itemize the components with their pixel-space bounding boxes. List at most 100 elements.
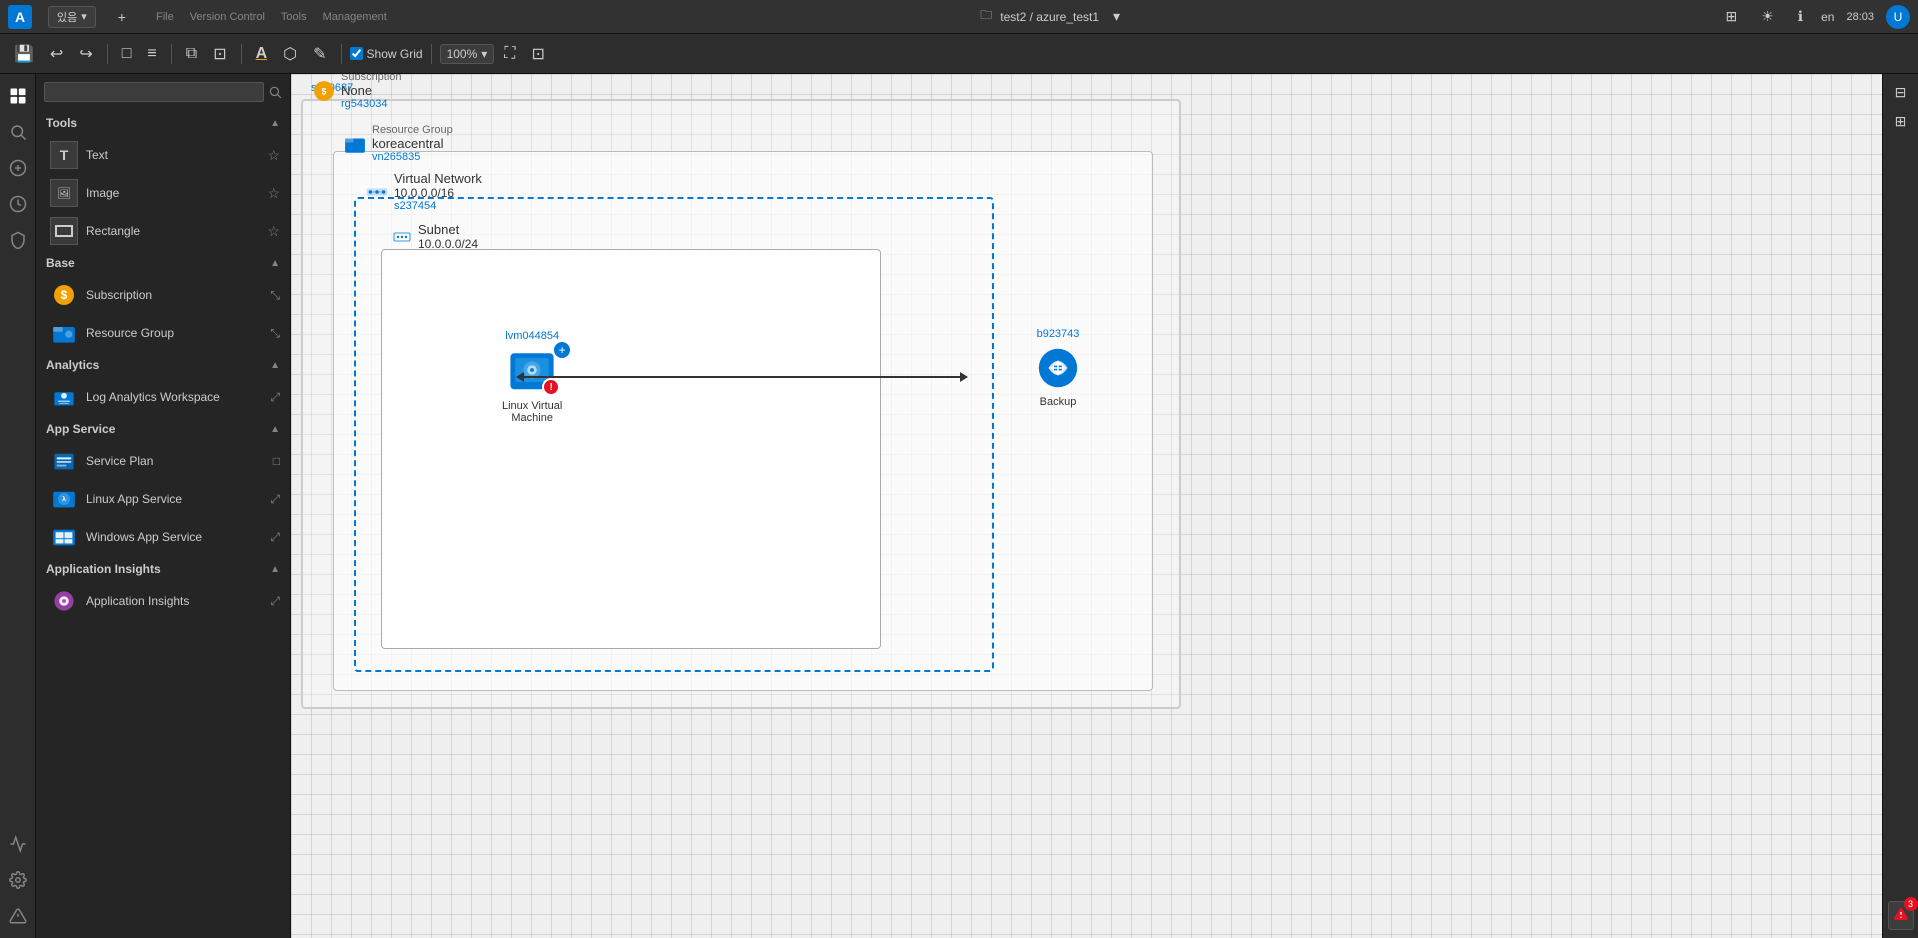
undo-button[interactable]: ↩: [44, 40, 69, 68]
svg-text:$: $: [61, 288, 68, 302]
log-analytics-action-icon[interactable]: ⤢: [270, 390, 280, 405]
section-app-insights[interactable]: Application Insights ▲: [36, 556, 290, 582]
separator-1: [107, 44, 108, 64]
layout-icon[interactable]: ⊞: [1719, 6, 1743, 27]
app-insights-action-icon[interactable]: ⤢: [270, 594, 280, 609]
activity-warning[interactable]: [4, 902, 32, 930]
file-path-dropdown[interactable]: ▾: [1107, 6, 1126, 27]
zoom-selector[interactable]: 100% ▾: [440, 44, 495, 64]
subnet-header-icon: [392, 227, 412, 247]
tool-rectangle[interactable]: Rectangle ☆: [36, 212, 290, 250]
svg-text:λ: λ: [62, 495, 66, 503]
service-plan-icon: [50, 447, 78, 475]
vm-error-badge: !: [542, 378, 560, 396]
vm-add-button[interactable]: +: [554, 342, 570, 358]
backup-id: b923743: [1037, 328, 1080, 340]
tool-log-analytics[interactable]: Log Analytics Workspace ⤢: [36, 378, 290, 416]
menu-version-control[interactable]: Version Control: [190, 11, 265, 23]
search-icon[interactable]: [268, 85, 282, 99]
clock: 28:03: [1846, 11, 1874, 23]
image-tool-star[interactable]: ☆: [267, 185, 280, 202]
tool-subscription[interactable]: $ Subscription ⤡: [36, 276, 290, 314]
menu-file[interactable]: File: [156, 11, 174, 23]
titlebar-right: ⊞ ☀ ℹ en 28:03 U: [1719, 5, 1910, 29]
section-tools[interactable]: Tools ▲: [36, 110, 290, 136]
text-color-button[interactable]: A: [250, 41, 274, 67]
theme-icon[interactable]: ☀: [1755, 6, 1780, 27]
toggle-sidebar-button[interactable]: □: [116, 41, 138, 67]
titlebar: A 있음 ▾ + File Version Control Tools Mana…: [0, 0, 1918, 34]
info-icon[interactable]: ℹ: [1792, 6, 1809, 27]
activity-explore[interactable]: [4, 82, 32, 110]
tool-app-insights[interactable]: Application Insights ⤢: [36, 582, 290, 620]
subnet-cidr: 10.0.0.0/24: [418, 237, 478, 251]
tool-text[interactable]: T Text ☆: [36, 136, 290, 174]
app-service-items: Service Plan □ λ Linux App Service ⤢: [36, 442, 290, 556]
pen-button[interactable]: ✎: [307, 40, 332, 68]
app-logo: A: [8, 5, 32, 29]
show-grid-label[interactable]: Show Grid: [350, 47, 423, 61]
section-analytics[interactable]: Analytics ▲: [36, 352, 290, 378]
subscription-resize-icon[interactable]: ⤡: [270, 288, 280, 303]
subnet-header: Subnet 10.0.0.0/24: [392, 222, 478, 251]
activity-search[interactable]: [4, 118, 32, 146]
save-button[interactable]: 💾: [8, 40, 40, 68]
right-panel-grid[interactable]: ⊞: [1889, 111, 1913, 132]
export-button[interactable]: ⊡: [526, 40, 551, 68]
vm-icon-wrapper[interactable]: ! +: [508, 346, 556, 394]
service-plan-action-icon[interactable]: □: [273, 454, 280, 468]
windows-app-action-icon[interactable]: ⤢: [270, 530, 280, 545]
list-button[interactable]: ≡: [141, 41, 162, 67]
avatar[interactable]: U: [1886, 5, 1910, 29]
tool-image[interactable]: 🖼 Image ☆: [36, 174, 290, 212]
copy-button-1[interactable]: ⧉: [180, 41, 203, 67]
vnet-header: Virtual Network 10.0.0.0/16 s237454: [366, 171, 482, 212]
copy-button-2[interactable]: ⊡: [207, 40, 232, 68]
subnet-box: Subnet 10.0.0.0/24 lvm044854: [381, 249, 881, 649]
image-tool-icon: 🖼: [50, 179, 78, 207]
branch-selector[interactable]: 있음 ▾: [48, 6, 96, 28]
rg-name: koreacentral: [372, 136, 453, 151]
text-tool-star[interactable]: ☆: [267, 147, 280, 164]
tool-linux-app[interactable]: λ Linux App Service ⤢: [36, 480, 290, 518]
activity-add[interactable]: [4, 154, 32, 182]
zoom-dropdown-icon: ▾: [481, 47, 487, 61]
folder-icon: 🗀: [980, 6, 992, 27]
fill-color-button[interactable]: ⬡: [277, 40, 303, 68]
file-path: test2 / azure_test1: [1000, 10, 1099, 24]
menu-management[interactable]: Management: [323, 11, 387, 23]
tool-windows-app[interactable]: Windows App Service ⤢: [36, 518, 290, 556]
activity-security[interactable]: [4, 226, 32, 254]
activity-bar: [0, 74, 36, 938]
right-panel-collapse[interactable]: ⊟: [1889, 82, 1913, 103]
vm-label-line1: Linux Virtual: [502, 400, 562, 412]
tool-resource-group[interactable]: Resource Group ⤡: [36, 314, 290, 352]
redo-button[interactable]: ↪: [73, 40, 98, 68]
svg-text:$: $: [322, 86, 327, 96]
linux-app-action-icon[interactable]: ⤢: [270, 492, 280, 507]
chevron-base-icon: ▲: [270, 258, 280, 269]
canvas-area[interactable]: s050687 $ Subscription None rg543034 Res…: [291, 74, 1882, 938]
right-panel: ⊟ ⊞ 3: [1882, 74, 1918, 938]
activity-history[interactable]: [4, 190, 32, 218]
rectangle-tool-star[interactable]: ☆: [267, 223, 280, 240]
section-base[interactable]: Base ▲: [36, 250, 290, 276]
subscription-header: $ Subscription None rg543034: [313, 74, 402, 110]
section-app-service[interactable]: App Service ▲: [36, 416, 290, 442]
backup-label: Backup: [1040, 396, 1077, 408]
search-input[interactable]: [44, 82, 264, 102]
separator-2: [171, 44, 172, 64]
vm-id: lvm044854: [502, 330, 562, 342]
menu-tools[interactable]: Tools: [281, 11, 307, 23]
show-grid-checkbox[interactable]: [350, 47, 363, 60]
main-layout: Tools ▲ T Text ☆ 🖼 Image ☆: [0, 74, 1918, 938]
backup-icon-wrapper[interactable]: [1034, 344, 1082, 392]
tool-service-plan[interactable]: Service Plan □: [36, 442, 290, 480]
fullscreen-button[interactable]: ⛶: [498, 41, 521, 67]
rg-resize-icon[interactable]: ⤡: [270, 326, 280, 341]
subscription-box: $ Subscription None rg543034 Resource Gr…: [301, 99, 1181, 709]
add-tab-button[interactable]: +: [112, 7, 132, 27]
activity-settings[interactable]: [4, 866, 32, 894]
language[interactable]: en: [1821, 10, 1834, 24]
activity-deploy[interactable]: [4, 830, 32, 858]
